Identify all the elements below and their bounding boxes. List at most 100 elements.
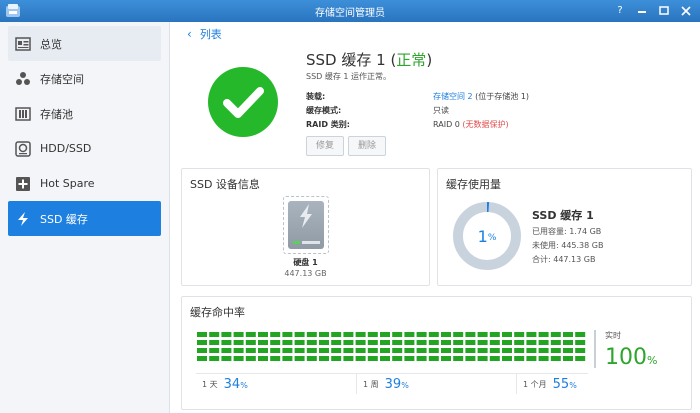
- realtime-unit: %: [647, 354, 658, 367]
- hit-rate-segment: [294, 348, 305, 353]
- title-suffix: ): [426, 51, 433, 69]
- card-title: 缓存命中率: [190, 306, 245, 319]
- field-key-mount: 装载:: [306, 92, 326, 101]
- page-title: SSD 缓存 1 (正常): [306, 49, 432, 70]
- hit-rate-segment: [489, 348, 500, 353]
- realtime-label: 实时: [605, 331, 621, 340]
- hit-rate-segment: [392, 340, 403, 345]
- hit-rate-segment: [245, 348, 256, 353]
- cache-usage-card: 缓存使用量 1% SSD 缓存 1 已用容量: 1.74 GB 未使用: 445…: [437, 168, 692, 286]
- hit-rate-segment: [465, 332, 476, 337]
- usage-cache-name: SSD 缓存 1: [532, 209, 594, 222]
- period-label: 1 个月: [523, 379, 547, 389]
- hit-rate-segment: [416, 356, 427, 361]
- hit-rate-segment: [441, 340, 451, 345]
- hit-rate-segment: [441, 356, 451, 361]
- hit-rate-segment: [282, 348, 293, 353]
- sidebar-item-label: SSD 缓存: [40, 212, 88, 226]
- volume-location: (位于存储池 1): [472, 92, 530, 101]
- hit-rate-segment: [514, 340, 525, 345]
- disk-name: 硬盘 1: [293, 258, 318, 267]
- minimize-icon: [638, 11, 646, 13]
- hit-rate-segment: [306, 356, 317, 361]
- disk-slot: [302, 241, 320, 244]
- period-unit: %: [401, 380, 409, 390]
- sidebar-item-storage-pool[interactable]: 存储池: [8, 96, 161, 131]
- period-1-day: 1 天 34%: [196, 374, 356, 394]
- hit-rate-segment: [550, 332, 561, 337]
- hit-rate-segment: [233, 340, 244, 345]
- hit-rate-segment: [477, 340, 488, 345]
- sidebar: 总览 存储空间 存储池 HDD/SSD Hot Spare SSD 缓存: [0, 22, 170, 413]
- help-button[interactable]: ?: [612, 3, 628, 19]
- hit-rate-segment: [428, 356, 439, 361]
- hit-rate-segment: [221, 348, 232, 353]
- maximize-button[interactable]: [656, 3, 672, 19]
- hit-rate-segment: [489, 332, 500, 337]
- hot-spare-icon: [14, 175, 32, 193]
- hit-rate-segment: [404, 356, 415, 361]
- hit-rate-segment: [428, 332, 439, 337]
- period-number: 55: [552, 376, 570, 392]
- hit-rate-segment: [550, 340, 561, 345]
- sidebar-item-label: Hot Spare: [40, 177, 95, 190]
- hit-rate-segment: [367, 356, 378, 361]
- repair-button[interactable]: 修复: [306, 136, 344, 156]
- sidebar-item-volume[interactable]: 存储空间: [8, 61, 161, 96]
- hit-rate-segment: [514, 332, 525, 337]
- hit-rate-segment: [245, 356, 256, 361]
- volume-link[interactable]: 存储空间 2: [433, 92, 473, 101]
- period-label: 1 周: [363, 379, 379, 389]
- hit-rate-segment: [538, 332, 549, 337]
- back-label: 列表: [199, 28, 222, 41]
- hit-rate-segment: [233, 332, 244, 337]
- hit-rate-segment: [197, 348, 207, 353]
- hit-rate-segment: [575, 340, 586, 345]
- minimize-button[interactable]: [634, 3, 650, 19]
- realtime-number: 100: [605, 345, 647, 370]
- hit-rate-segment: [453, 356, 464, 361]
- hit-rate-segment: [514, 348, 525, 353]
- hit-rate-segment: [428, 340, 439, 345]
- title-bar: 存储空间管理员 ?: [0, 0, 700, 22]
- sidebar-item-ssd-cache[interactable]: SSD 缓存: [8, 201, 161, 236]
- hit-rate-segment: [550, 356, 561, 361]
- sidebar-item-hdd-ssd[interactable]: HDD/SSD: [8, 131, 161, 166]
- divider: [594, 330, 596, 368]
- hit-rate-segment: [453, 340, 464, 345]
- sidebar-item-label: 存储空间: [40, 72, 84, 86]
- hit-rate-segment: [416, 340, 427, 345]
- close-button[interactable]: [678, 3, 694, 19]
- field-value-mount: 存储空间 2 (位于存储池 1): [433, 91, 529, 102]
- hit-rate-segment: [550, 348, 561, 353]
- hit-rate-segment: [355, 356, 366, 361]
- storage-pool-icon: [14, 105, 32, 123]
- disk-size: 447.13 GB: [284, 269, 327, 278]
- hit-rate-segment: [441, 332, 451, 337]
- hit-rate-segment: [209, 332, 220, 337]
- disk-led: [293, 241, 300, 244]
- delete-button[interactable]: 删除: [348, 136, 386, 156]
- back-to-list-link[interactable]: ‹ 列表: [187, 26, 222, 42]
- hit-rate-segment: [392, 348, 403, 353]
- disk-tile[interactable]: [283, 196, 329, 254]
- sidebar-item-hot-spare[interactable]: Hot Spare: [8, 166, 161, 201]
- window-title: 存储空间管理员: [315, 8, 385, 19]
- hit-rate-segment: [294, 356, 305, 361]
- hit-rate-segment: [209, 340, 220, 345]
- period-1-week: 1 周 39%: [356, 374, 516, 394]
- sidebar-item-overview[interactable]: 总览: [8, 26, 161, 61]
- hit-rate-segment: [331, 348, 342, 353]
- hit-rate-segment: [319, 356, 329, 361]
- hit-rate-segment: [282, 340, 293, 345]
- hit-rate-bar-grid: [197, 332, 586, 361]
- hit-rate-segment: [453, 332, 464, 337]
- hit-rate-segment: [197, 340, 207, 345]
- raid-type-value: RAID 0: [433, 120, 460, 129]
- hit-rate-segment: [294, 332, 305, 337]
- hit-rate-segment: [538, 340, 549, 345]
- usage-percent: 1%: [452, 201, 522, 271]
- title-prefix: SSD 缓存 1 (: [306, 51, 397, 69]
- hit-rate-segment: [502, 340, 512, 345]
- hit-rate-segment: [270, 332, 281, 337]
